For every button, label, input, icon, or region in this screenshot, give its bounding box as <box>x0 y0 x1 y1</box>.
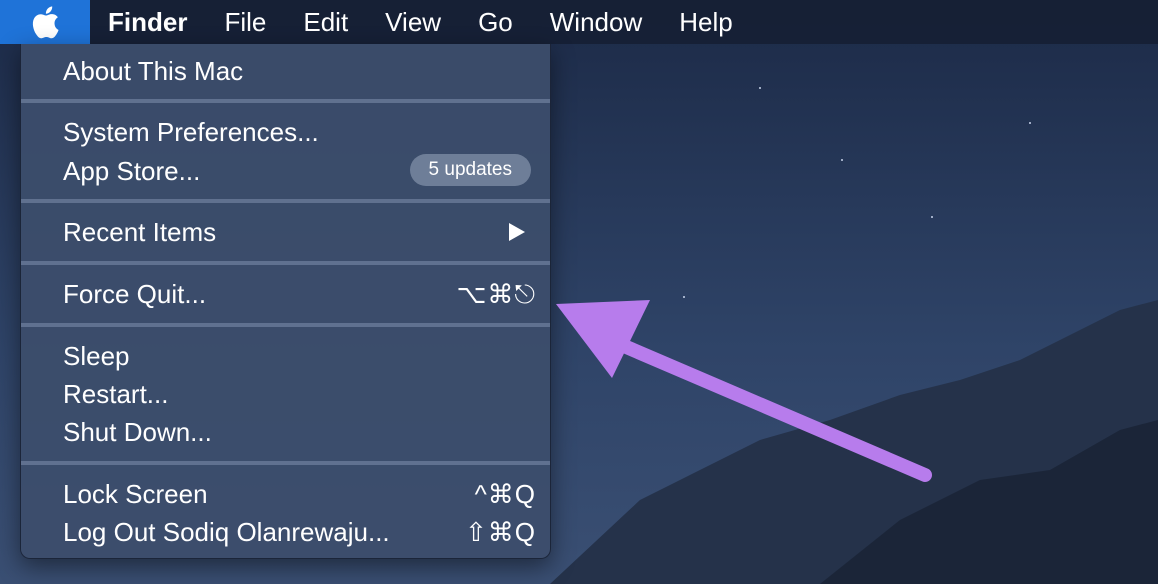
menu-item-label: Shut Down... <box>63 417 212 447</box>
menu-item-log-out[interactable]: Log Out Sodiq Olanrewaju... ⇧⌘Q <box>21 513 550 551</box>
menubar-window[interactable]: Window <box>550 0 642 44</box>
apple-menu-button[interactable] <box>0 0 90 44</box>
menubar-edit[interactable]: Edit <box>303 0 348 44</box>
apple-logo-icon <box>32 6 59 39</box>
menu-separator <box>21 99 550 103</box>
menu-item-recent-items[interactable]: Recent Items <box>21 213 550 251</box>
menubar-finder[interactable]: Finder <box>108 0 187 44</box>
log-out-shortcut: ⇧⌘Q <box>464 517 536 547</box>
submenu-arrow-icon <box>509 223 525 241</box>
menu-item-label: Sleep <box>63 341 130 371</box>
menu-item-about-this-mac[interactable]: About This Mac <box>21 52 550 90</box>
menu-item-label: Force Quit... <box>63 279 207 309</box>
menu-item-shut-down[interactable]: Shut Down... <box>21 413 550 451</box>
menu-separator <box>21 323 550 327</box>
lock-screen-shortcut: ^⌘Q <box>474 479 536 509</box>
menu-item-label: Recent Items <box>63 217 217 247</box>
menu-item-sleep[interactable]: Sleep <box>21 337 550 375</box>
menu-bar: Finder File Edit View Go Window Help <box>0 0 1158 44</box>
menu-separator <box>21 261 550 265</box>
menu-item-label: App Store... <box>63 156 201 186</box>
menubar-help[interactable]: Help <box>679 0 732 44</box>
updates-badge: 5 updates <box>409 154 531 186</box>
menu-item-restart[interactable]: Restart... <box>21 375 550 413</box>
menu-item-lock-screen[interactable]: Lock Screen ^⌘Q <box>21 475 550 513</box>
menu-item-label: Restart... <box>63 379 169 409</box>
menu-item-label: About This Mac <box>63 56 244 86</box>
menu-item-force-quit[interactable]: Force Quit... ⌥⌘⎋ <box>21 275 550 313</box>
force-quit-shortcut: ⌥⌘⎋ <box>456 279 536 309</box>
menu-item-app-store[interactable]: App Store... 5 updates <box>21 152 550 190</box>
menu-separator <box>21 461 550 465</box>
menu-item-system-preferences[interactable]: System Preferences... <box>21 113 550 151</box>
apple-dropdown-menu: About This Mac System Preferences... App… <box>20 44 551 559</box>
menu-separator <box>21 199 550 203</box>
menu-item-label: Lock Screen <box>63 479 208 509</box>
menu-item-label: System Preferences... <box>63 117 319 147</box>
menubar-view[interactable]: View <box>385 0 441 44</box>
menubar-go[interactable]: Go <box>478 0 513 44</box>
menu-item-label: Log Out Sodiq Olanrewaju... <box>63 517 390 547</box>
menubar-file[interactable]: File <box>224 0 266 44</box>
